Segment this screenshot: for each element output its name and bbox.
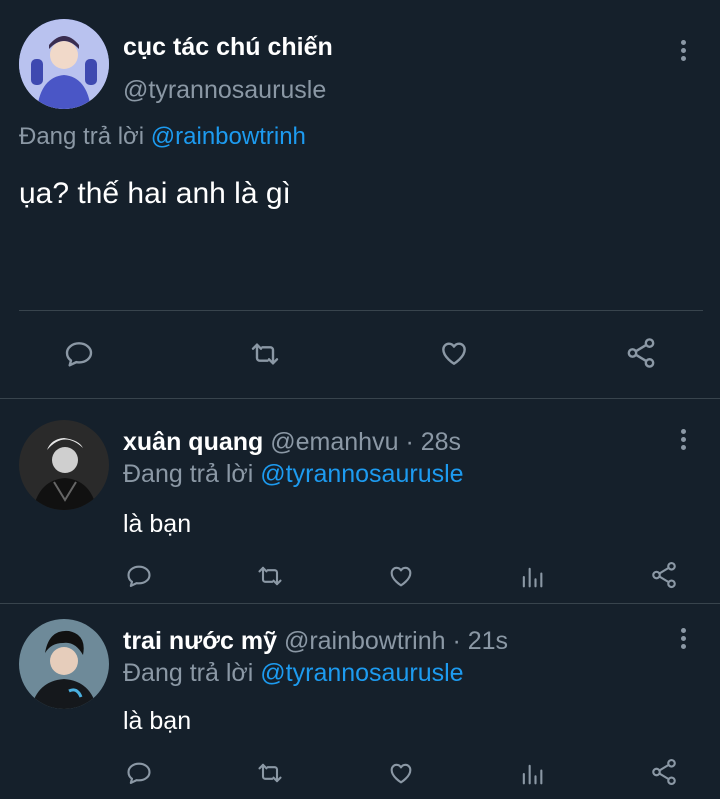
reply-icon[interactable] [125,759,153,787]
retweet-icon[interactable] [248,338,282,370]
timestamp: · 28s [405,428,462,456]
avatar[interactable] [19,420,109,510]
reply-icon[interactable] [125,562,153,590]
replying-to-label: Đang trả lời [123,460,254,488]
analytics-icon[interactable] [518,760,546,788]
timestamp: · 21s [452,627,509,655]
display-name[interactable]: cục tác chú chiến [123,33,333,62]
display-name[interactable]: xuân quang [123,428,263,456]
like-icon[interactable] [386,759,416,787]
handle[interactable]: @tyrannosaurusle [123,76,326,105]
replying-to-mention[interactable]: @tyrannosaurusle [260,460,463,488]
like-icon[interactable] [437,337,471,369]
avatar[interactable] [19,619,109,709]
handle[interactable]: @emanhvu [270,428,398,456]
retweet-icon[interactable] [255,562,285,590]
replying-to-mention[interactable]: @tyrannosaurusle [260,659,463,687]
retweet-icon[interactable] [255,759,285,787]
divider [19,310,703,311]
tweet-text: là bạn [123,510,192,538]
reply-header: xuân quang @emanhvu · 28s [123,428,461,457]
share-icon[interactable] [624,336,658,370]
section-divider [0,603,720,604]
tweet-text: là bạn [123,707,192,735]
share-icon[interactable] [649,560,679,590]
replying-to-mention[interactable]: @rainbowtrinh [151,123,306,150]
avatar[interactable] [19,19,109,109]
display-name[interactable]: trai nước mỹ [123,627,277,655]
replying-to-line: Đang trả lời @rainbowtrinh [19,123,306,151]
replying-to-line: Đang trả lời @tyrannosaurusle [123,659,464,688]
like-icon[interactable] [386,562,416,590]
more-options-icon[interactable] [673,626,693,650]
handle[interactable]: @rainbowtrinh [284,627,446,655]
section-divider [0,398,720,399]
tweet-text: ụa? thế hai anh là gì [19,177,291,210]
replying-to-line: Đang trả lời @tyrannosaurusle [123,460,464,489]
more-options-icon[interactable] [673,38,693,62]
reply-icon[interactable] [63,338,95,370]
share-icon[interactable] [649,757,679,787]
reply-header: trai nước mỹ @rainbowtrinh · 21s [123,627,508,656]
replying-to-label: Đang trả lời [19,123,145,150]
replying-to-label: Đang trả lời [123,659,254,687]
more-options-icon[interactable] [673,427,693,451]
analytics-icon[interactable] [518,563,546,591]
